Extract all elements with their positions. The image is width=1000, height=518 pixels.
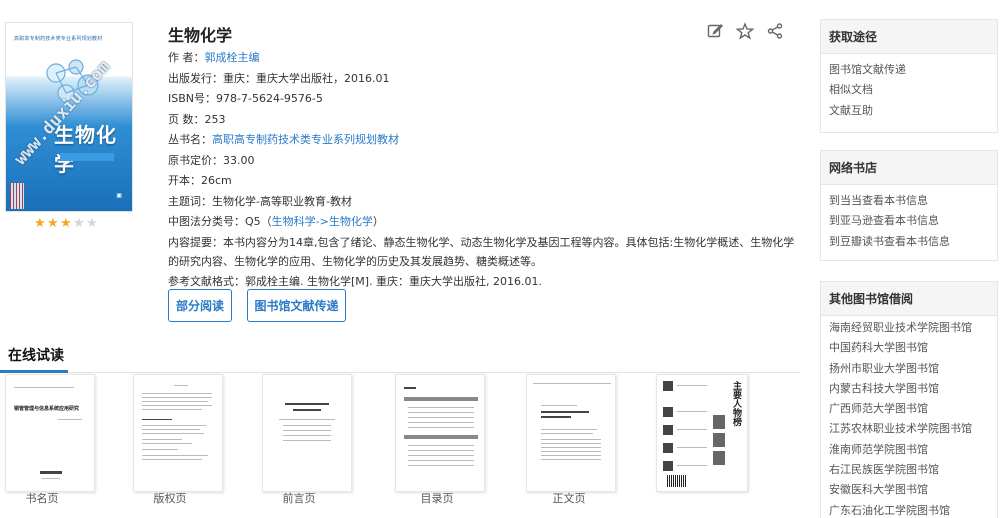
category-link-2[interactable]: 生物化学 xyxy=(329,215,373,228)
preview-divider xyxy=(0,372,800,373)
category-arrow: -> xyxy=(315,215,329,228)
rating-star-icon: ★ xyxy=(60,216,72,231)
preview-thumb-people-page[interactable]: 主要人物榜 xyxy=(656,374,748,492)
rating-stars: ★★★★★ xyxy=(34,216,99,231)
library-link[interactable]: 江苏农林职业技术学院图书馆 xyxy=(829,419,989,439)
format-value: 26cm xyxy=(201,174,232,187)
preview-heading: 在线试读 xyxy=(8,348,64,364)
cover-editor-strip xyxy=(60,153,114,161)
price-label: 原书定价： xyxy=(168,153,223,167)
store-link[interactable]: 到豆瓣读书查看本书信息 xyxy=(829,232,989,252)
publisher-row: 出版发行：重庆：重庆大学出版社，2016.01 xyxy=(168,69,796,90)
preview-label-title-page: 书名页 xyxy=(25,492,59,505)
rating-star-icon: ★ xyxy=(86,216,98,231)
preview-thumb-body-page[interactable] xyxy=(526,374,616,492)
star-icon[interactable] xyxy=(735,22,755,40)
panel-access-methods: 获取途径 图书馆文献传递 相似文档 文献互助 xyxy=(820,19,998,133)
access-link[interactable]: 图书馆文献传递 xyxy=(829,60,989,80)
thumb-title-text: 钢管管理与信息系统应用研究 xyxy=(14,406,80,412)
series-label: 丛书名： xyxy=(168,133,212,146)
preview-label-copyright-page: 版权页 xyxy=(153,492,187,505)
classification-close: ） xyxy=(372,215,384,228)
price-row: 原书定价：33.00 xyxy=(168,151,796,172)
author-row: 作 者：郭成栓主编 xyxy=(168,48,796,69)
access-links: 图书馆文献传递 相似文档 文献互助 xyxy=(821,54,997,127)
panel-online-stores: 网络书店 到当当查看本书信息 到亚马逊查看本书信息 到豆瓣读书查看本书信息 xyxy=(820,150,998,261)
rating-star-icon: ★ xyxy=(34,216,46,231)
classification-row: 中图法分类号：Q5（生物科学->生物化学） xyxy=(168,212,796,233)
panel-stores-title: 网络书店 xyxy=(821,151,997,185)
preview-thumb-preface-page[interactable] xyxy=(262,374,352,492)
library-link[interactable]: 海南经贸职业技术学院图书馆 xyxy=(829,318,989,338)
citation-label: 参考文献格式： xyxy=(168,274,245,288)
publisher-value: 重庆：重庆大学出版社，2016.01 xyxy=(223,71,390,85)
isbn-label: ISBN号： xyxy=(168,92,217,105)
pages-value: 253 xyxy=(204,112,226,126)
category-link-1[interactable]: 生物科学 xyxy=(272,215,316,228)
library-link[interactable]: 广西师范大学图书馆 xyxy=(829,399,989,419)
partial-read-button[interactable]: 部分阅读 xyxy=(168,289,232,322)
action-bar xyxy=(706,22,784,40)
classification-open: （ xyxy=(260,215,272,228)
rating-star-icon: ★ xyxy=(73,216,85,231)
panel-other-libraries: 其他图书馆借阅 海南经贸职业技术学院图书馆 中国药科大学图书馆 扬州市职业大学图书馆… xyxy=(820,281,998,518)
library-link[interactable]: 右江民族医学院图书馆 xyxy=(829,460,989,480)
share-icon[interactable] xyxy=(766,22,784,40)
format-label: 开本： xyxy=(168,174,201,187)
book-title: 生物化学 xyxy=(168,26,233,45)
preview-thumb-title-page[interactable]: 钢管管理与信息系统应用研究 xyxy=(5,374,95,492)
cover-series-text: 高职高专制药技术类专业系列规划教材 xyxy=(14,36,103,42)
book-metadata: 作 者：郭成栓主编 出版发行：重庆：重庆大学出版社，2016.01 ISBN号：… xyxy=(168,48,796,292)
isbn-value: 978-7-5624-9576-5 xyxy=(216,92,323,105)
store-links: 到当当查看本书信息 到亚马逊查看本书信息 到豆瓣读书查看本书信息 xyxy=(821,185,997,258)
preview-heading-underline xyxy=(0,370,68,373)
edit-icon[interactable] xyxy=(706,22,724,40)
series-link[interactable]: 高职高专制药技术类专业系列规划教材 xyxy=(212,133,399,146)
price-value: 33.00 xyxy=(223,153,255,167)
library-links: 海南经贸职业技术学院图书馆 中国药科大学图书馆 扬州市职业大学图书馆 内蒙古科技大学图… xyxy=(821,316,997,518)
isbn-row: ISBN号：978-7-5624-9576-5 xyxy=(168,89,796,110)
classification-code: Q5 xyxy=(245,215,261,228)
series-row: 丛书名：高职高专制药技术类专业系列规划教材 xyxy=(168,130,796,151)
panel-libraries-title: 其他图书馆借阅 xyxy=(821,282,997,316)
library-link[interactable]: 广东石油化工学院图书馆 xyxy=(829,501,989,518)
subject-value: 生物化学-高等职业教育-教材 xyxy=(212,194,352,208)
publisher-label: 出版发行： xyxy=(168,71,223,85)
author-label: 作 者： xyxy=(168,51,205,64)
preview-label-preface-page: 前言页 xyxy=(282,492,316,505)
book-cover[interactable]: 高职高专制药技术类专业系列规划教材 生物化学 www.duxiu.com ▣ xyxy=(5,22,133,212)
classification-label: 中图法分类号： xyxy=(168,215,245,228)
rating-star-icon: ★ xyxy=(47,216,59,231)
summary-value: 本书内容分为14章,包含了绪论、静态生物化学、动态生物化学及基因工程等内容。具体… xyxy=(168,235,795,268)
preview-thumb-copyright-page[interactable] xyxy=(133,374,223,492)
library-delivery-button[interactable]: 图书馆文献传递 xyxy=(247,289,346,322)
cover-stamp xyxy=(10,183,24,209)
cover-title: 生物化学 xyxy=(54,123,117,176)
library-link[interactable]: 中国药科大学图书馆 xyxy=(829,338,989,358)
pages-label: 页 数： xyxy=(168,112,205,126)
format-row: 开本：26cm xyxy=(168,171,796,192)
library-link[interactable]: 安徽医科大学图书馆 xyxy=(829,480,989,500)
thumb-people-title: 主要人物榜 xyxy=(731,381,741,426)
subject-row: 主题词：生物化学-高等职业教育-教材 xyxy=(168,192,796,213)
preview-label-contents-page: 目录页 xyxy=(420,492,454,505)
library-link[interactable]: 淮南师范学院图书馆 xyxy=(829,440,989,460)
access-link[interactable]: 文献互助 xyxy=(829,101,989,121)
library-link[interactable]: 内蒙古科技大学图书馆 xyxy=(829,379,989,399)
panel-access-title: 获取途径 xyxy=(821,20,997,54)
publisher-logo: ▣ xyxy=(116,192,122,199)
store-link[interactable]: 到亚马逊查看本书信息 xyxy=(829,211,989,231)
library-link[interactable]: 扬州市职业大学图书馆 xyxy=(829,359,989,379)
author-link[interactable]: 郭成栓主编 xyxy=(205,51,260,64)
citation-value: 郭成栓主编. 生物化学[M]. 重庆：重庆大学出版社, 2016.01. xyxy=(245,274,543,288)
preview-label-body-page: 正文页 xyxy=(552,492,586,505)
summary-label: 内容提要： xyxy=(168,235,223,249)
pages-row: 页 数：253 xyxy=(168,110,796,131)
subject-label: 主题词： xyxy=(168,194,212,208)
preview-thumb-contents-page[interactable] xyxy=(395,374,485,492)
access-link[interactable]: 相似文档 xyxy=(829,80,989,100)
summary-row: 内容提要：本书内容分为14章,包含了绪论、静态生物化学、动态生物化学及基因工程等… xyxy=(168,233,796,271)
store-link[interactable]: 到当当查看本书信息 xyxy=(829,191,989,211)
